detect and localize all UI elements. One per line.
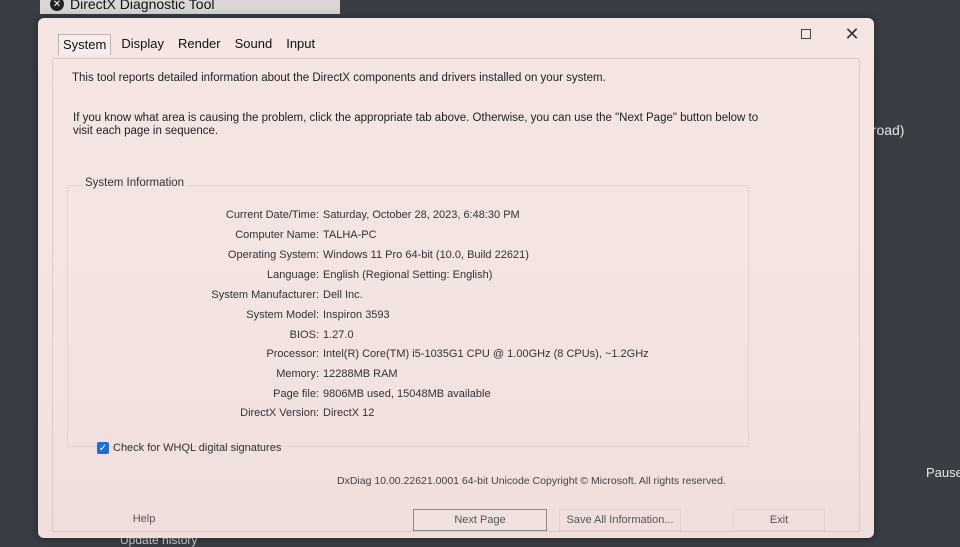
close-button[interactable]: ✕ [842, 24, 862, 44]
maximize-button[interactable] [796, 24, 816, 44]
close-icon: ✕ [844, 23, 860, 44]
tab-bar: System Display Render Sound Input [58, 34, 319, 55]
info-label: Page file: [273, 388, 319, 400]
info-value: Intel(R) Core(TM) i5-1035G1 CPU @ 1.00GH… [323, 348, 649, 360]
info-label: BIOS: [289, 329, 319, 341]
exit-button[interactable]: Exit [733, 509, 825, 531]
group-label: System Information [83, 177, 187, 189]
tab-sound[interactable]: Sound [231, 34, 277, 55]
maximize-icon [801, 29, 811, 39]
info-value: Windows 11 Pro 64-bit (10.0, Build 22621… [323, 249, 529, 261]
info-label: Language: [267, 269, 319, 281]
info-value: TALHA-PC [323, 229, 377, 241]
info-label: Computer Name: [235, 229, 319, 241]
help-text: If you know what area is causing the pro… [73, 112, 759, 137]
directx-icon: ✕ [50, 0, 64, 11]
copyright-text: DxDiag 10.00.22621.0001 64-bit Unicode C… [337, 475, 726, 487]
system-tab-panel: This tool reports detailed information a… [52, 58, 860, 532]
window-title-text: DirectX Diagnostic Tool [70, 0, 215, 12]
info-value: 12288MB RAM [323, 368, 398, 380]
info-value: Inspiron 3593 [323, 309, 390, 321]
info-value: 1.27.0 [323, 329, 354, 341]
info-value: English (Regional Setting: English) [323, 269, 493, 281]
whql-checkbox[interactable]: ✓ [97, 442, 109, 454]
info-value: DirectX 12 [323, 407, 375, 419]
next-page-button[interactable]: Next Page [413, 509, 547, 531]
info-label: Memory: [276, 368, 319, 380]
info-value: Saturday, October 28, 2023, 6:48:30 PM [323, 209, 520, 221]
help-button[interactable]: Help [119, 509, 169, 529]
group-border [67, 185, 749, 447]
background-pause-text: Pause [926, 465, 960, 480]
window-title: ✕ DirectX Diagnostic Tool [50, 0, 214, 12]
info-label: System Manufacturer: [211, 289, 319, 301]
whql-label: Check for WHQL digital signatures [113, 442, 282, 454]
intro-text: This tool reports detailed information a… [72, 72, 606, 84]
info-label: Operating System: [227, 249, 319, 261]
tab-display[interactable]: Display [117, 34, 168, 55]
info-value: Dell Inc. [323, 289, 363, 301]
tab-system[interactable]: System [58, 34, 112, 55]
dxdiag-dialog: ✕ System Display Render Sound Input This… [38, 18, 874, 538]
system-information-group: System Information Current Date/Time: Sa… [67, 177, 843, 447]
info-label: System Model: [246, 309, 319, 321]
info-label: DirectX Version: [240, 407, 319, 419]
save-all-information-button[interactable]: Save All Information... [559, 509, 681, 531]
tab-input[interactable]: Input [282, 34, 319, 55]
info-label: Processor: [266, 348, 319, 360]
info-value: 9806MB used, 15048MB available [323, 388, 491, 400]
info-label: Current Date/Time: [225, 209, 319, 221]
whql-checkbox-row[interactable]: ✓ Check for WHQL digital signatures [97, 442, 281, 454]
window-controls: ✕ [796, 24, 862, 44]
tab-render[interactable]: Render [174, 34, 225, 55]
